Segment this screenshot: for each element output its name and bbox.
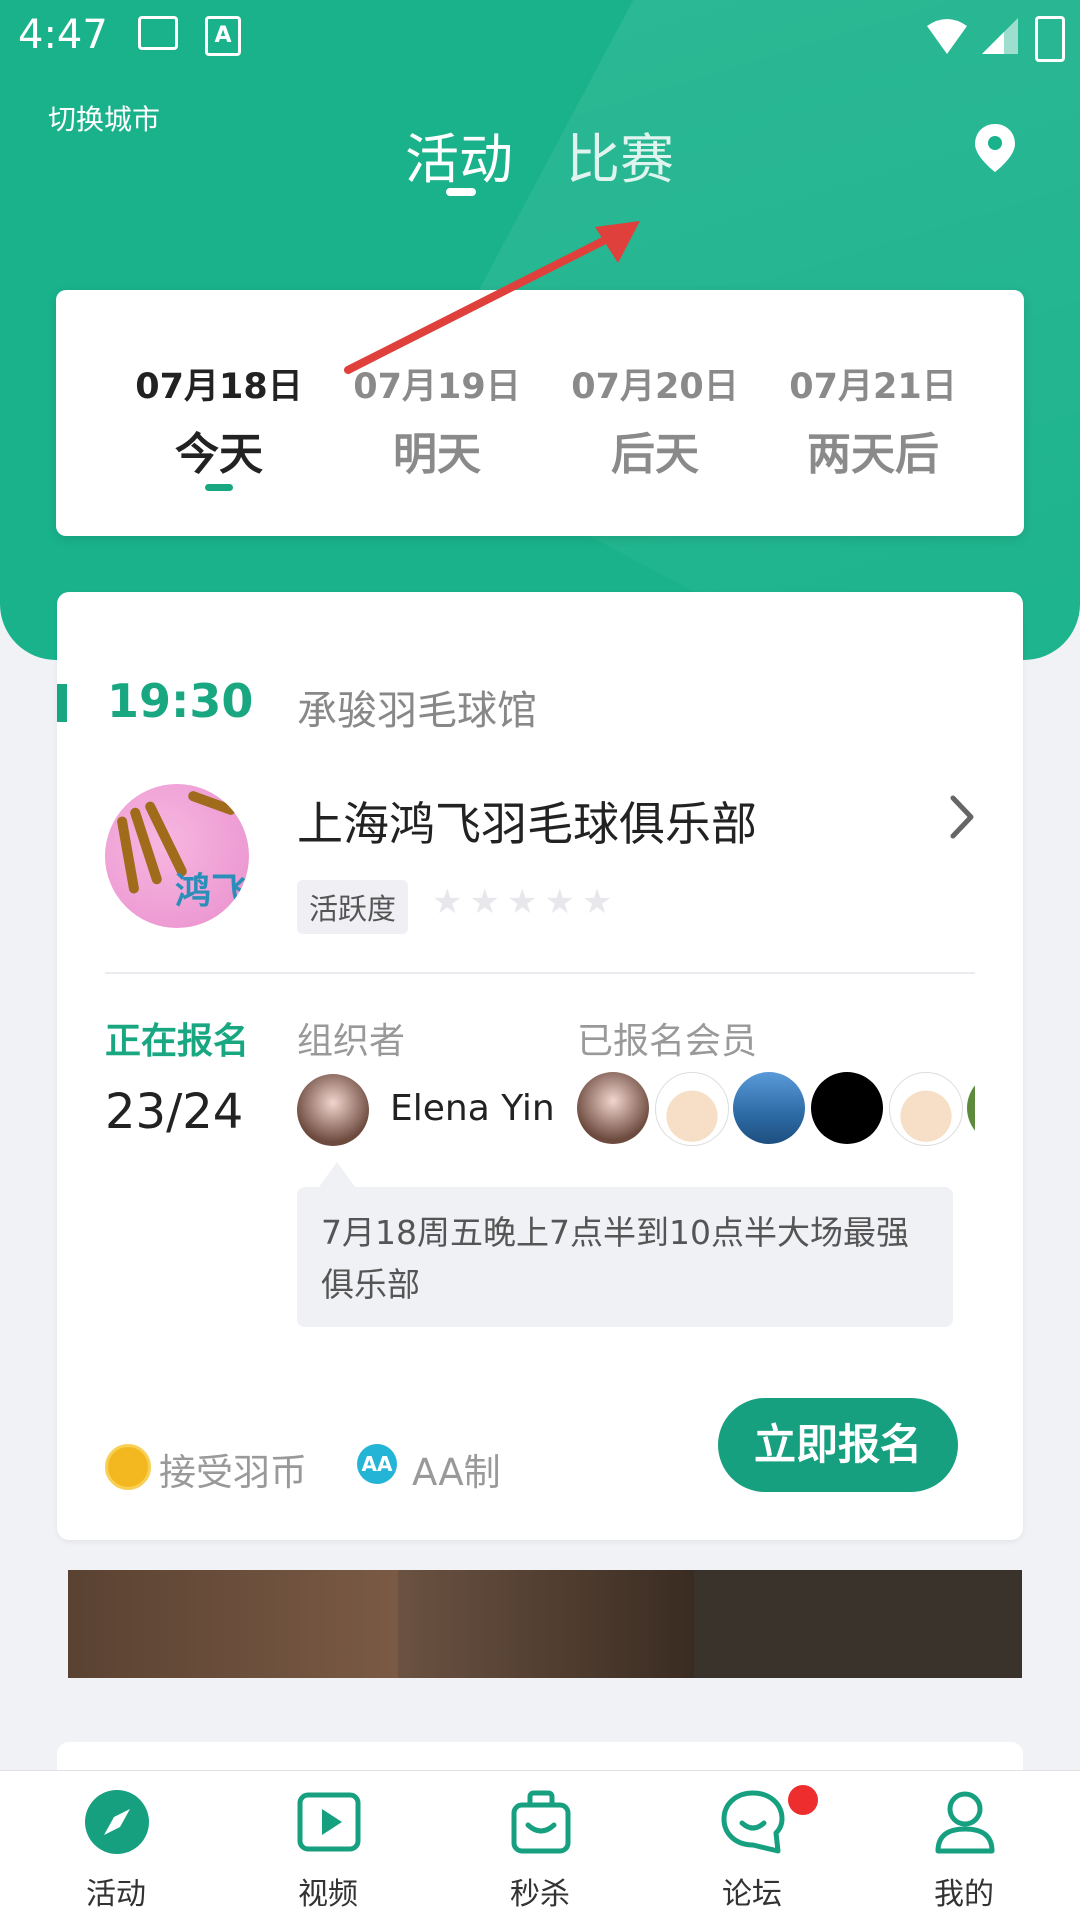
nav-label: 秒杀 xyxy=(510,1877,570,1912)
tab-indicator xyxy=(446,188,476,196)
club-logo[interactable]: 鸿飞 xyxy=(105,784,249,928)
activity-card[interactable]: 19:30 承骏羽毛球馆 鸿飞 上海鸿飞羽毛球俱乐部 活跃度 ★★★★★ 正在报… xyxy=(57,592,1023,1540)
nav-item-flash-sale[interactable]: 秒杀 xyxy=(432,1771,648,1921)
status-bar: 4:47 A xyxy=(0,0,1080,72)
user-icon xyxy=(935,1791,995,1854)
organizer-name: Elena Yin xyxy=(390,1088,555,1129)
chat-bubble-icon xyxy=(721,1790,785,1854)
organizer-avatar[interactable] xyxy=(297,1074,369,1146)
note-text: 7月18周五晚上7点半到10点半大场最强俱乐部 xyxy=(321,1213,909,1304)
time-marker xyxy=(57,684,67,722)
activity-badge: 活跃度 xyxy=(297,880,409,934)
rating-stars: ★★★★★ xyxy=(432,882,620,922)
day-label: 明天 xyxy=(393,429,481,480)
member-avatar[interactable] xyxy=(577,1072,649,1144)
play-icon xyxy=(297,1792,361,1852)
activity-time: 19:30 xyxy=(107,674,254,728)
nav-item-forum[interactable]: 论坛 xyxy=(644,1771,860,1921)
nav-item-profile[interactable]: 我的 xyxy=(856,1771,1072,1921)
registration-status: 正在报名 xyxy=(105,1021,250,1062)
member-avatar[interactable] xyxy=(811,1072,883,1144)
annotation-arrow xyxy=(344,221,640,374)
nav-label: 视频 xyxy=(298,1877,358,1912)
date-label: 07月21日 xyxy=(789,367,957,407)
day-label: 今天 xyxy=(175,429,263,480)
notification-badge xyxy=(788,1785,818,1815)
date-indicator xyxy=(205,484,233,491)
compass-icon xyxy=(85,1790,149,1854)
activity-note: 7月18周五晚上7点半到10点半大场最强俱乐部 xyxy=(297,1187,953,1327)
shopping-bag-icon xyxy=(511,1790,571,1854)
registration-count: 23/24 xyxy=(105,1084,244,1140)
member-avatar[interactable] xyxy=(967,1072,975,1144)
nav-item-activities[interactable]: 活动 xyxy=(8,1771,224,1921)
tab-activities[interactable]: 活动 xyxy=(405,115,513,194)
club-name[interactable]: 上海鸿飞羽毛球俱乐部 xyxy=(297,788,757,854)
member-avatar[interactable] xyxy=(733,1072,805,1144)
battery-icon xyxy=(1035,16,1065,62)
divider xyxy=(105,972,975,974)
video-thumbnail-strip[interactable] xyxy=(68,1570,1022,1678)
bottom-navigation: 活动 视频 秒杀 论坛 我的 xyxy=(0,1770,1080,1921)
switch-city-button[interactable]: 切换城市 xyxy=(48,98,160,138)
image-notification-icon xyxy=(138,16,178,50)
coin-icon xyxy=(105,1444,151,1490)
day-label: 两天后 xyxy=(807,429,939,480)
tab-matches[interactable]: 比赛 xyxy=(566,115,674,194)
organizer-label: 组织者 xyxy=(297,1021,406,1062)
date-label: 07月18日 xyxy=(135,367,303,407)
aa-label: AA制 xyxy=(412,1451,501,1494)
member-avatar[interactable] xyxy=(655,1072,729,1146)
nav-label: 论坛 xyxy=(722,1877,782,1912)
coin-label: 接受羽币 xyxy=(159,1451,307,1494)
note-pointer xyxy=(319,1162,355,1187)
venue-name: 承骏羽毛球馆 xyxy=(297,688,537,734)
status-time: 4:47 xyxy=(18,12,108,58)
map-pin-icon[interactable] xyxy=(972,122,1018,174)
nav-label: 活动 xyxy=(86,1877,146,1912)
nav-label: 我的 xyxy=(934,1877,994,1912)
signup-button[interactable]: 立即报名 xyxy=(718,1398,958,1492)
day-label: 后天 xyxy=(611,429,699,480)
club-logo-text: 鸿飞 xyxy=(175,871,248,912)
nav-item-videos[interactable]: 视频 xyxy=(220,1771,436,1921)
member-avatars[interactable] xyxy=(577,1072,975,1148)
member-avatar[interactable] xyxy=(889,1072,963,1146)
aa-icon: AA xyxy=(357,1444,397,1484)
wifi-icon xyxy=(927,19,967,54)
chevron-right-icon[interactable] xyxy=(947,792,977,842)
members-label: 已报名会员 xyxy=(577,1021,758,1062)
signal-icon xyxy=(982,18,1018,54)
app-notification-icon: A xyxy=(205,16,241,56)
